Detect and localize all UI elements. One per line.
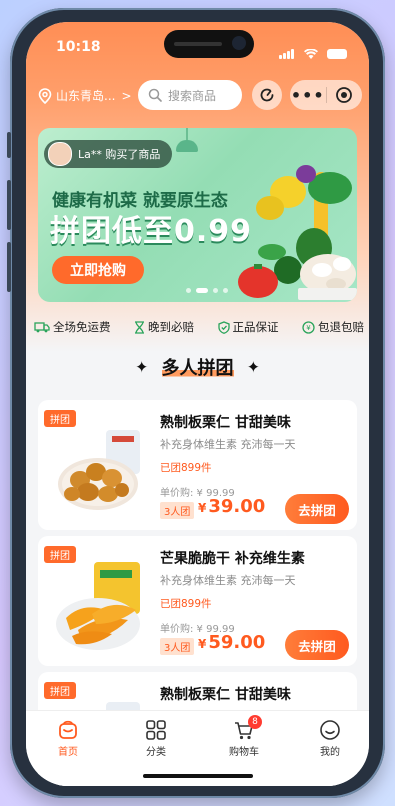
banner-pagination bbox=[186, 288, 233, 293]
status-bar: 10:18 bbox=[26, 22, 369, 68]
truck-icon bbox=[34, 322, 50, 333]
join-group-button[interactable]: 去拼团 bbox=[285, 630, 349, 660]
product-card[interactable]: 拼团 熟制板栗仁 甘甜美味 补充身体维生素 充沛每一天 已团899件 单价购: … bbox=[38, 400, 357, 530]
guarantee-late-compensation: 晚到必赔 bbox=[134, 316, 194, 338]
vegetables-illustration bbox=[238, 165, 357, 300]
more-menu-button[interactable]: ••• bbox=[290, 86, 326, 105]
guarantee-label: 晚到必赔 bbox=[148, 320, 194, 334]
tab-home[interactable]: 首页 bbox=[38, 719, 98, 758]
sparkle-icon: ✦ bbox=[246, 357, 260, 377]
group-buy-section-header: ✦ 多人拼团 ✦ bbox=[26, 354, 369, 388]
joined-count: 已团899件 bbox=[160, 598, 212, 610]
shield-icon bbox=[217, 320, 230, 334]
smile-icon bbox=[320, 720, 340, 740]
guarantee-label: 包退包赔 bbox=[318, 320, 364, 334]
search-input[interactable]: 搜索商品 bbox=[138, 80, 242, 110]
product-subtitle: 补充身体维生素 充沛每一天 bbox=[160, 438, 296, 451]
location-pin-icon bbox=[38, 87, 52, 104]
battery-icon bbox=[327, 49, 347, 59]
tab-category[interactable]: 分类 bbox=[126, 719, 186, 758]
system-icons bbox=[278, 40, 347, 59]
guarantee-label: 正品保证 bbox=[232, 320, 279, 334]
guarantee-authentic: 正品保证 bbox=[217, 316, 279, 338]
refresh-icon bbox=[260, 88, 274, 102]
promo-banner[interactable]: La** 购买了商品 健康有机菜 就要原生态 拼团低至0.99 立即抢购 bbox=[38, 128, 357, 302]
mute-switch bbox=[7, 132, 11, 158]
avatar bbox=[48, 142, 72, 166]
chestnut-product-image bbox=[58, 430, 140, 510]
service-guarantees: 全场免运费 晚到必赔 正品保证 ¥ 包退包赔 bbox=[34, 316, 364, 338]
close-miniprogram-button[interactable] bbox=[326, 86, 362, 104]
buyer-text: La** 购买了商品 bbox=[78, 148, 161, 161]
search-placeholder: 搜索商品 bbox=[168, 88, 217, 103]
mango-product-image bbox=[56, 562, 140, 650]
join-group-button[interactable]: 去拼团 bbox=[285, 494, 349, 524]
signal-icon bbox=[278, 40, 295, 59]
tab-label: 我的 bbox=[320, 747, 340, 758]
joined-count: 已团899件 bbox=[160, 462, 212, 474]
home-indicator bbox=[143, 774, 253, 778]
buy-now-button[interactable]: 立即抢购 bbox=[52, 256, 144, 284]
target-icon bbox=[336, 87, 353, 103]
product-subtitle: 补充身体维生素 充沛每一天 bbox=[160, 574, 296, 587]
cart-count-badge: 8 bbox=[248, 715, 262, 729]
location-chevron: > bbox=[121, 88, 132, 103]
group-price: ¥39.00 bbox=[198, 496, 266, 517]
miniprogram-capsule: ••• bbox=[290, 80, 362, 110]
product-title: 熟制板栗仁 甘甜美味 bbox=[160, 415, 291, 431]
top-nav: 山东青岛... > 搜索商品 ••• bbox=[26, 78, 369, 114]
section-title: 多人拼团 bbox=[161, 354, 234, 380]
group-size-badge: 3人团 bbox=[160, 502, 195, 519]
dynamic-island bbox=[164, 30, 254, 58]
refresh-button[interactable] bbox=[252, 80, 282, 110]
tab-label: 分类 bbox=[146, 747, 166, 758]
refund-icon: ¥ bbox=[302, 320, 315, 334]
tab-mine[interactable]: 我的 bbox=[300, 719, 360, 758]
home-icon bbox=[59, 720, 77, 739]
tab-label: 首页 bbox=[58, 747, 78, 758]
search-icon bbox=[148, 88, 162, 102]
location-text: 山东青岛... bbox=[56, 89, 116, 103]
product-card[interactable]: 拼团 芒果脆脆干 补充维生素 补充身体维生素 充沛每一天 已团899件 单价购:… bbox=[38, 536, 357, 666]
app-screen: 10:18 山东青岛... > 搜索商品 ••• La** 购买了商品 健康有机… bbox=[26, 22, 369, 786]
wifi-icon bbox=[303, 49, 318, 59]
status-time: 10:18 bbox=[56, 39, 101, 55]
guarantee-free-shipping: 全场免运费 bbox=[34, 316, 111, 338]
grid-icon bbox=[146, 720, 166, 740]
tab-cart[interactable]: 8 购物车 bbox=[214, 715, 274, 758]
location-selector[interactable]: 山东青岛... > bbox=[38, 87, 132, 104]
guarantee-label: 全场免运费 bbox=[53, 320, 111, 334]
hourglass-icon bbox=[135, 320, 144, 334]
product-title: 熟制板栗仁 甘甜美味 bbox=[160, 687, 291, 703]
product-title: 芒果脆脆干 补充维生素 bbox=[160, 551, 305, 567]
volume-down-button bbox=[7, 242, 11, 292]
svg-text:¥: ¥ bbox=[306, 324, 311, 332]
group-price: ¥59.00 bbox=[198, 632, 266, 653]
guarantee-refund: ¥ 包退包赔 bbox=[302, 316, 364, 338]
lamp-icon bbox=[176, 140, 198, 152]
tab-label: 购物车 bbox=[229, 747, 259, 758]
volume-up-button bbox=[7, 180, 11, 230]
group-size-badge: 3人团 bbox=[160, 638, 195, 655]
sparkle-icon: ✦ bbox=[135, 357, 149, 377]
recent-buyer-ticker: La** 购买了商品 bbox=[44, 140, 173, 168]
